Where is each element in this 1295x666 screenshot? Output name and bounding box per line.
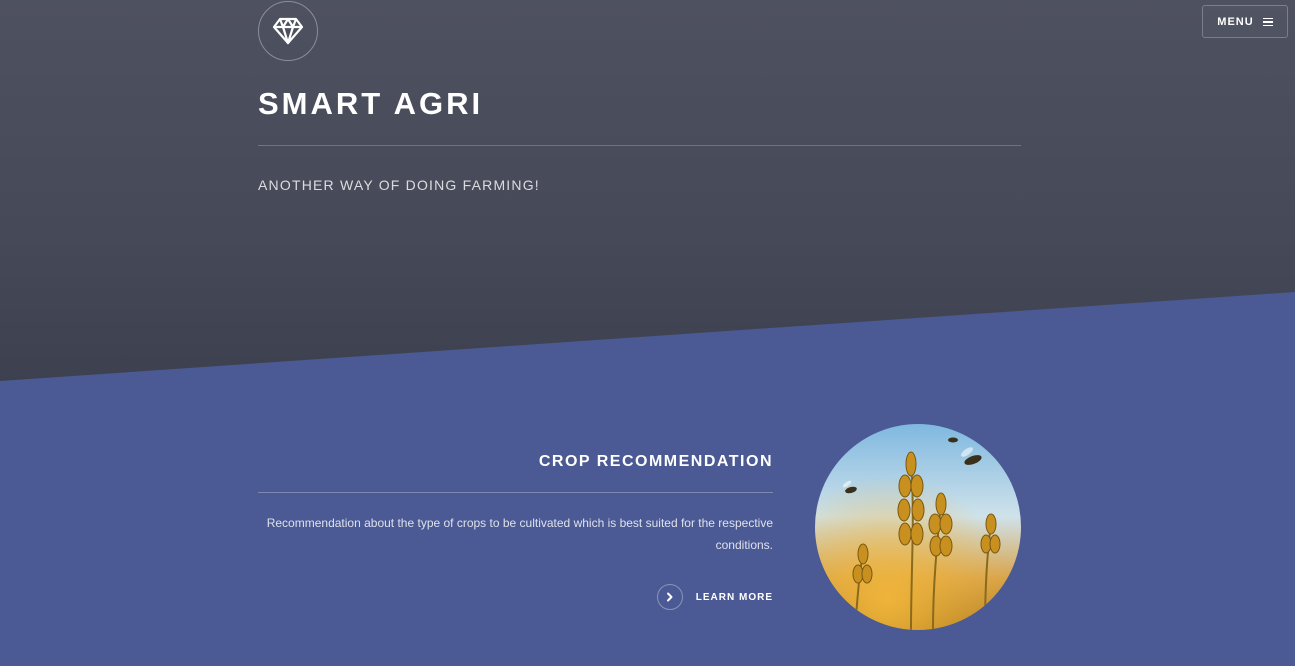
chevron-right-icon bbox=[656, 584, 683, 610]
feature-title: CROP RECOMMENDATION bbox=[538, 453, 773, 470]
title-divider bbox=[258, 145, 1021, 146]
menu-label: MENU bbox=[1217, 15, 1254, 28]
learn-more-label: LEARN MORE bbox=[695, 591, 773, 603]
diamond-icon bbox=[272, 17, 304, 45]
page: MENU SMART AGRI ANOTHER WAY OF DOING FAR… bbox=[0, 0, 1295, 666]
logo[interactable] bbox=[258, 1, 318, 61]
tagline: ANOTHER WAY OF DOING FARMING! bbox=[258, 177, 540, 193]
section-background bbox=[0, 292, 1295, 666]
site-title: SMART AGRI bbox=[258, 86, 484, 121]
learn-more-link[interactable]: LEARN MORE bbox=[656, 584, 773, 610]
menu-button[interactable]: MENU bbox=[1202, 5, 1288, 38]
wheat-field-image bbox=[815, 424, 1021, 630]
feature-description: Recommendation about the type of crops t… bbox=[266, 516, 773, 552]
hamburger-icon bbox=[1262, 17, 1273, 26]
feature-divider bbox=[258, 492, 773, 493]
